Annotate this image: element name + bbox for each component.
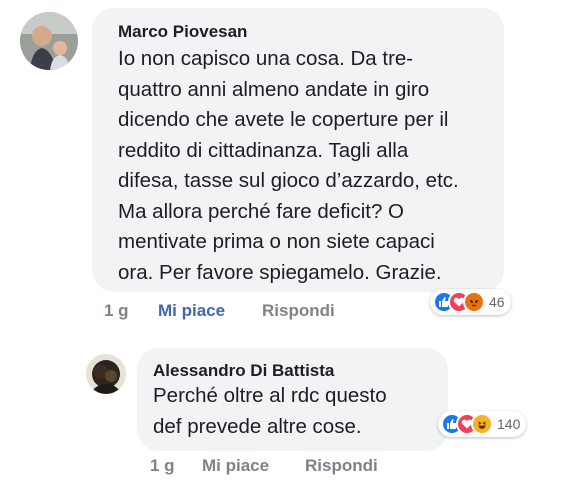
reaction-count: 46 — [489, 294, 505, 310]
comment-line: ora. Per favore spiegamelo. Grazie. — [118, 260, 442, 284]
avatar-marco-piovesan[interactable] — [20, 12, 78, 70]
reactions-summary[interactable]: 140 — [438, 411, 527, 437]
reply-timestamp[interactable]: 1 g — [150, 456, 175, 476]
comment-line: reddito di cittadinanza. Tagli alla — [118, 138, 409, 162]
comment-line: Perché oltre al rdc questo — [153, 384, 387, 407]
angry-reaction-icon — [463, 291, 485, 313]
comment-text: Io non capisco una cosa. Da tre- quattro… — [118, 44, 459, 288]
reply-link[interactable]: Rispondi — [262, 301, 335, 321]
comment-line: def prevede altre cose. — [153, 414, 362, 438]
like-link[interactable]: Mi piace — [158, 301, 225, 321]
reply-author[interactable]: Alessandro Di Battista — [153, 361, 334, 381]
comment-line: Io non capisco una cosa. Da tre- — [118, 47, 414, 70]
profile-photo — [20, 12, 78, 70]
reply-text: Perché oltre al rdc questo def prevede a… — [153, 381, 387, 442]
like-link[interactable]: Mi piace — [202, 456, 269, 476]
avatar-alessandro-di-battista[interactable] — [86, 354, 126, 394]
comment-author[interactable]: Marco Piovesan — [118, 22, 247, 42]
comment-line: quattro anni almeno andate in giro — [118, 77, 430, 101]
comment-line: difesa, tasse sul gioco d’azzardo, etc. — [118, 169, 459, 192]
reactions-summary[interactable]: 46 — [430, 289, 511, 315]
comment-line: mentivate prima o non siete capaci — [118, 230, 435, 253]
comment-line: Ma allora perché fare deficit? O — [118, 199, 404, 223]
haha-reaction-icon — [471, 413, 493, 435]
reaction-count: 140 — [497, 416, 521, 432]
comment-line: dicendo che avete le coperture per il — [118, 108, 449, 131]
profile-photo — [86, 354, 126, 394]
reply-link[interactable]: Rispondi — [305, 456, 378, 476]
comment-timestamp[interactable]: 1 g — [104, 301, 129, 321]
